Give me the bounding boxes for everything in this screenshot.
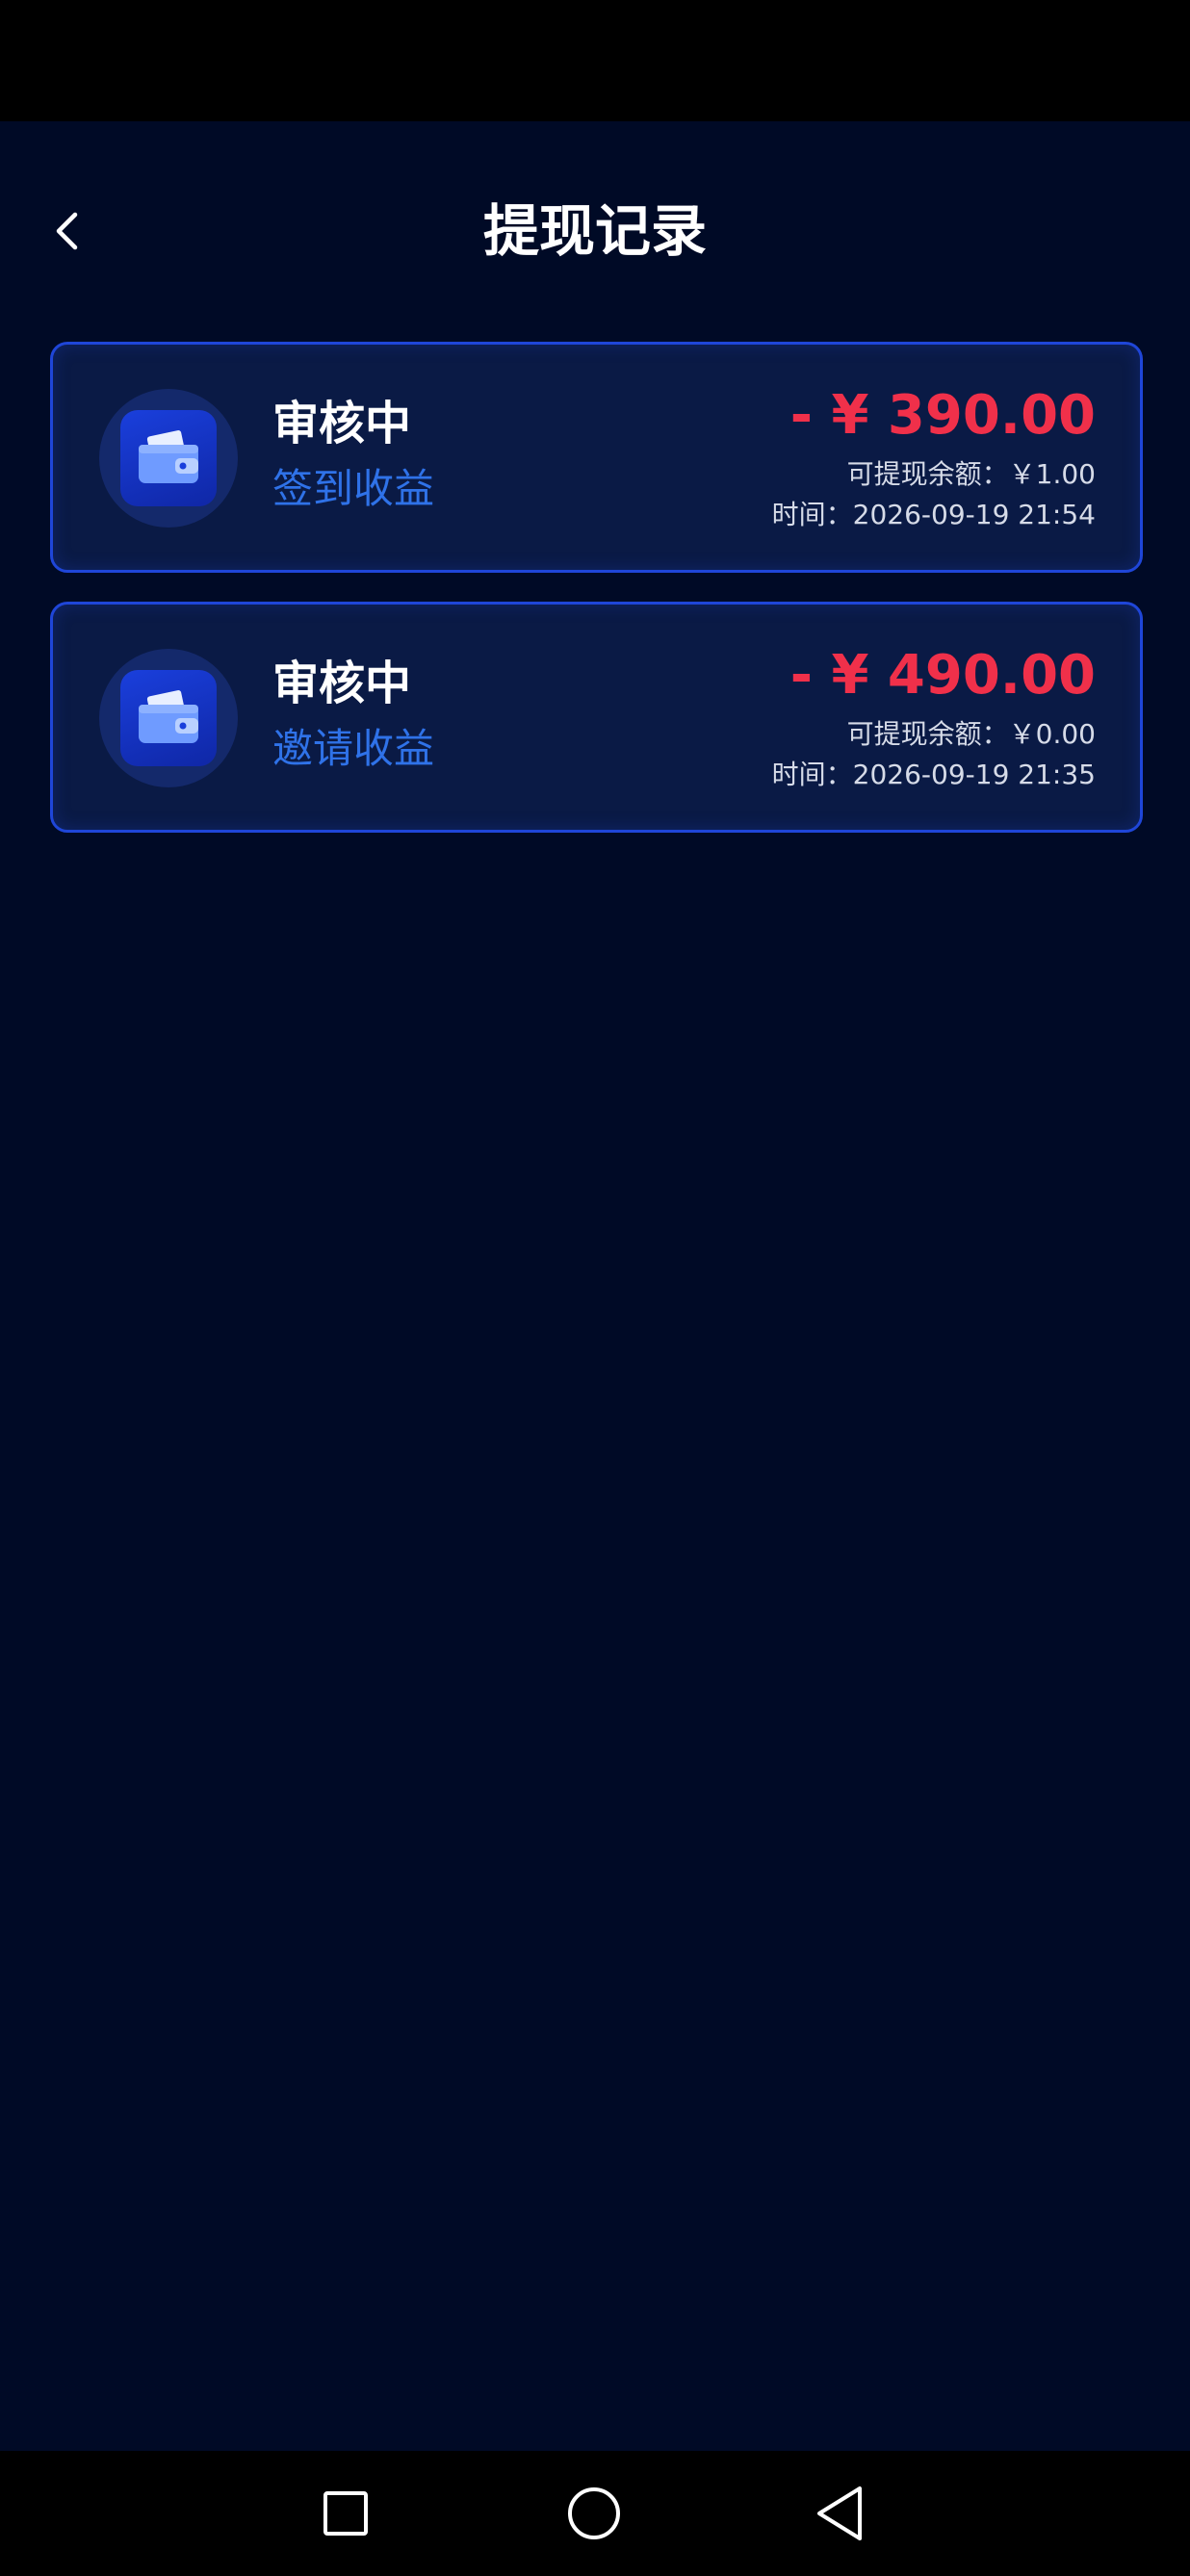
back-nav-button[interactable] xyxy=(807,2480,874,2547)
wallet-icon-badge xyxy=(99,389,238,528)
page-title: 提现记录 xyxy=(482,198,707,264)
record-amount: - ¥ 390.00 xyxy=(789,384,1096,447)
record-time: 时间：2026-09-19 21:54 xyxy=(771,499,1096,530)
record-type: 邀请收益 xyxy=(272,725,435,772)
wallet-icon xyxy=(139,690,198,743)
withdrawal-record-card[interactable]: 审核中 邀请收益 - ¥ 490.00 可提现余额：￥0.00 时间：2026-… xyxy=(50,602,1143,833)
record-balance: 可提现余额：￥0.00 xyxy=(846,718,1096,750)
record-time: 时间：2026-09-19 21:35 xyxy=(771,759,1096,790)
triangle-back-icon xyxy=(817,2486,862,2540)
record-status: 审核中 xyxy=(272,397,412,451)
system-navigation-bar xyxy=(0,2451,1190,2576)
status-bar xyxy=(0,0,1190,121)
home-button[interactable] xyxy=(560,2480,628,2547)
withdrawal-record-list: 审核中 签到收益 - ¥ 390.00 可提现余额：￥1.00 时间：2026-… xyxy=(50,342,1143,862)
recent-apps-button[interactable] xyxy=(312,2480,379,2547)
square-icon xyxy=(323,2491,368,2536)
record-status: 审核中 xyxy=(272,657,412,710)
record-type: 签到收益 xyxy=(272,465,435,512)
withdrawal-record-card[interactable]: 审核中 签到收益 - ¥ 390.00 可提现余额：￥1.00 时间：2026-… xyxy=(50,342,1143,573)
record-amount: - ¥ 490.00 xyxy=(789,644,1096,707)
wallet-icon-badge xyxy=(99,649,238,787)
wallet-icon xyxy=(139,430,198,483)
record-balance: 可提现余额：￥1.00 xyxy=(846,458,1096,490)
circle-icon xyxy=(568,2487,620,2539)
